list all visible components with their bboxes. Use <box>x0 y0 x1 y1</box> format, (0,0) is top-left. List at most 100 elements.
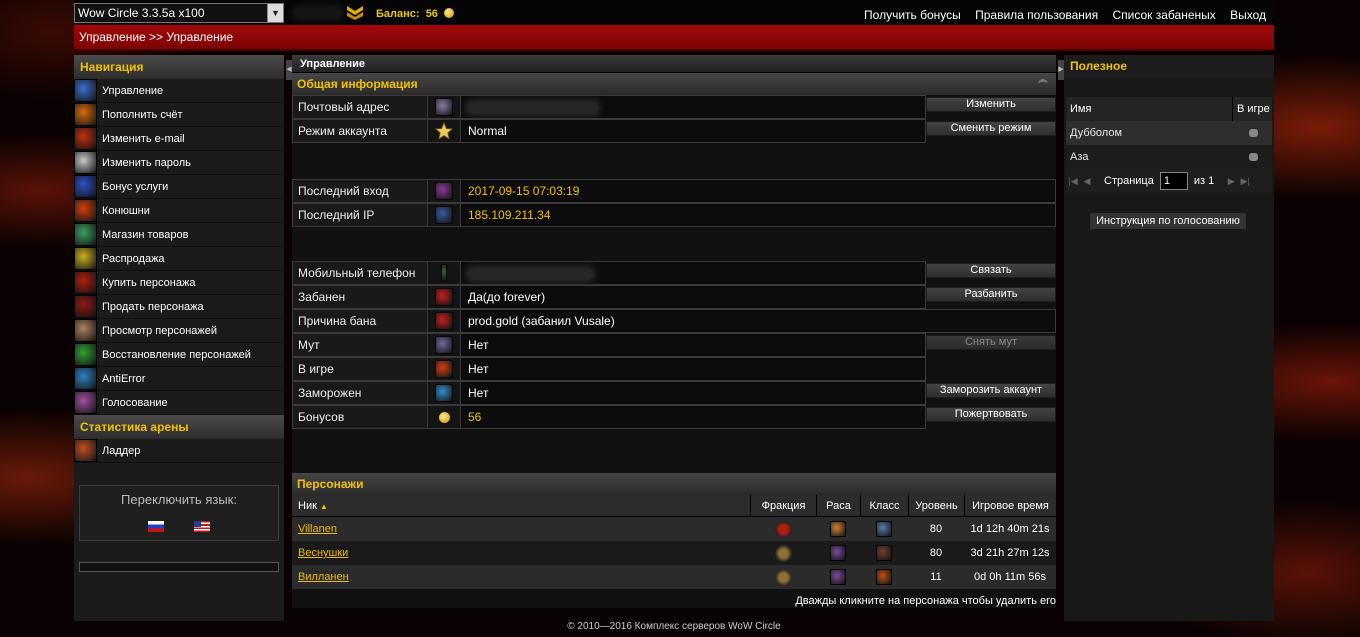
character-name-link[interactable]: Веснушки <box>298 541 348 565</box>
column-class[interactable]: Класс <box>860 495 908 516</box>
collapse-icon[interactable] <box>1038 79 1048 88</box>
russian-flag-icon[interactable] <box>148 521 165 533</box>
sidebar-item-9[interactable]: Продать персонажа <box>74 295 284 319</box>
email-label: Почтовый адрес <box>292 95 428 119</box>
first-page-icon[interactable]: |◀ <box>1066 176 1080 187</box>
balance-label: Баланс: <box>376 8 420 20</box>
race-cell <box>816 541 860 565</box>
nav-item-label: Просмотр персонажей <box>102 324 218 337</box>
column-level[interactable]: Уровень <box>908 495 964 516</box>
freeze-account-button[interactable]: Заморозить аккаунт <box>926 383 1056 398</box>
sidebar-item-13[interactable]: Голосование <box>74 391 284 415</box>
banned-label: Забанен <box>292 285 428 309</box>
in-game-label: В игре <box>292 357 428 381</box>
left-sidebar: Навигация Управление Пополнить счёт Измени… <box>74 55 284 621</box>
row-in-game: В игре Нет <box>292 357 1056 381</box>
donate-button[interactable]: Пожертвовать <box>926 407 1056 422</box>
change-mode-button[interactable]: Сменить режим <box>926 121 1056 136</box>
right-sidebar: Полезное Имя В игре Дубболом Аза |◀ ◀ Ст… <box>1064 55 1274 621</box>
sidebar-item-11[interactable]: Восстановление персонажей <box>74 343 284 367</box>
sidebar-item-5[interactable]: Конюшни <box>74 199 284 223</box>
level-cell: 80 <box>929 523 943 535</box>
antierror-icon <box>74 367 97 390</box>
panel-title: Управление <box>292 55 1056 73</box>
shop-icon <box>74 223 97 246</box>
phone-redacted <box>468 267 593 280</box>
sidebar-item-1[interactable]: Пополнить счёт <box>74 103 284 127</box>
class-icon <box>876 569 892 585</box>
characters-section: Персонажи Ник ▲ Фракция Раса Класс Урове… <box>292 473 1056 589</box>
get-bonuses-link[interactable]: Получить бонусы <box>864 8 961 22</box>
useful-row-name: Дубболом <box>1070 127 1123 139</box>
faction-icon <box>774 568 792 586</box>
link-phone-button[interactable]: Связать <box>926 263 1056 278</box>
level-cell: 11 <box>930 571 942 583</box>
ban-icon <box>428 285 460 309</box>
sidebar-item-0[interactable]: Управление <box>74 79 284 103</box>
column-name[interactable]: Ник ▲ <box>292 495 750 516</box>
sidebar-item-7[interactable]: Распродажа <box>74 247 284 271</box>
logout-link[interactable]: Выход <box>1230 8 1266 22</box>
play-time-cell: 1d 12h 40m 21s <box>970 523 1050 535</box>
next-page-icon[interactable]: ▶ <box>1224 176 1238 187</box>
table-row[interactable]: Вилланен 11 0d 0h 11m 56s <box>292 565 1056 589</box>
ban-reason-label: Причина бана <box>292 309 428 333</box>
useful-row[interactable]: Аза <box>1066 145 1272 169</box>
table-row[interactable]: Веснушки 80 3d 21h 27m 12s <box>292 541 1056 565</box>
in-game-value: Нет <box>460 357 926 381</box>
nav-item-label: Изменить пароль <box>102 156 191 169</box>
frozen-label: Заморожен <box>292 381 428 405</box>
column-faction[interactable]: Фракция <box>750 495 816 516</box>
phone-value <box>460 261 926 285</box>
chevron-down-icon[interactable]: ▼ <box>267 4 283 22</box>
table-row[interactable]: Villanen 80 1d 12h 40m 21s <box>292 517 1056 541</box>
sidebar-item-2[interactable]: Изменить e-mail <box>74 127 284 151</box>
last-login-value: 2017-09-15 07:03:19 <box>460 179 1056 203</box>
email-row-icon <box>428 95 460 119</box>
sidebar-item-12[interactable]: AntiError <box>74 367 284 391</box>
sidebar-item-8[interactable]: Купить персонажа <box>74 271 284 295</box>
balance-value: 56 <box>425 8 438 20</box>
unmute-button[interactable]: Снять мут <box>926 335 1056 350</box>
sell-character-icon <box>74 295 97 318</box>
character-name-link[interactable]: Villanen <box>298 517 337 541</box>
change-email-button[interactable]: Изменить <box>926 97 1056 112</box>
nav-item-label: Магазин товаров <box>102 228 189 241</box>
rules-link[interactable]: Правила пользования <box>975 8 1098 22</box>
last-page-icon[interactable]: ▶| <box>1238 176 1252 187</box>
sidebar-item-6[interactable]: Магазин товаров <box>74 223 284 247</box>
useful-row[interactable]: Дубболом <box>1066 121 1272 145</box>
general-info-title: Общая информация <box>292 73 1056 95</box>
faction-cell <box>750 565 816 589</box>
email-value <box>460 95 926 119</box>
prev-page-icon[interactable]: ◀ <box>1080 176 1094 187</box>
voting-instructions-button[interactable]: Инструкция по голосованию <box>1090 213 1246 229</box>
arena-item-0[interactable]: Ладдер <box>74 439 284 463</box>
column-race[interactable]: Раса <box>816 495 860 516</box>
characters-table-body: Villanen 80 1d 12h 40m 21s Веснушки 80 3d 21h… <box>292 517 1056 589</box>
row-last-ip: Последний IP 185.109.211.34 <box>292 203 1056 227</box>
sidebar-item-4[interactable]: Бонус услуги <box>74 175 284 199</box>
useful-table-header: Имя В игре <box>1066 97 1272 121</box>
frozen-icon <box>428 381 460 405</box>
sort-asc-icon: ▲ <box>319 502 328 511</box>
class-icon <box>876 521 892 537</box>
bonuses-value: 56 <box>460 405 926 429</box>
column-play-time[interactable]: Игровое время <box>964 495 1056 516</box>
page-input[interactable] <box>1159 172 1188 190</box>
sidebar-item-10[interactable]: Просмотр персонажей <box>74 319 284 343</box>
main-panel: Управление Общая информация Почтовый адр… <box>292 55 1056 608</box>
row-mute: Мут Нет Снять мут <box>292 333 1056 357</box>
sidebar-item-3[interactable]: Изменить пароль <box>74 151 284 175</box>
banned-list-link[interactable]: Список забаненых <box>1112 8 1215 22</box>
unban-button[interactable]: Разбанить <box>926 287 1056 302</box>
nav-item-label: Изменить e-mail <box>102 132 185 145</box>
server-select[interactable]: Wow Circle 3.3.5a x100 ▼ <box>74 3 284 23</box>
useful-col-ingame[interactable]: В игре <box>1232 97 1270 121</box>
english-flag-icon[interactable] <box>193 521 210 533</box>
useful-col-name[interactable]: Имя <box>1066 97 1232 121</box>
play-time-cell: 3d 21h 27m 12s <box>970 547 1050 559</box>
nav-item-label: Бонус услуги <box>102 180 169 193</box>
character-name-link[interactable]: Вилланен <box>298 565 349 589</box>
mode-value: Normal <box>460 119 926 143</box>
